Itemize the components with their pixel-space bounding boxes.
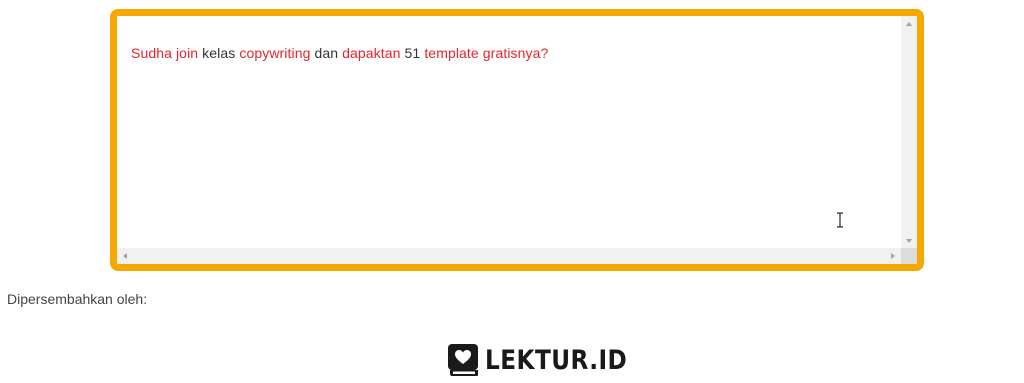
editor-word: 51	[400, 45, 425, 61]
scroll-up-arrow-icon[interactable]	[906, 22, 912, 26]
lektur-logo[interactable]: LEKTUR.ID	[447, 343, 650, 377]
horizontal-scrollbar[interactable]	[117, 248, 901, 264]
presented-by-label: Dipersembahkan oleh:	[7, 291, 148, 307]
text-cursor-icon	[837, 212, 843, 228]
book-heart-icon	[448, 344, 478, 376]
logo-text: LEKTUR.ID	[485, 344, 628, 376]
editor-word: kelas	[198, 45, 240, 61]
misspelled-word[interactable]: Sudha join	[131, 45, 198, 61]
scroll-down-arrow-icon[interactable]	[906, 239, 912, 243]
text-editor[interactable]: Sudha join kelas copywriting dan dapakta…	[110, 9, 924, 271]
editor-content[interactable]: Sudha join kelas copywriting dan dapakta…	[131, 45, 548, 61]
scrollbar-corner	[901, 248, 917, 264]
editor-word: dan	[310, 45, 343, 61]
scroll-right-arrow-icon[interactable]	[891, 253, 895, 259]
scroll-left-arrow-icon[interactable]	[123, 253, 127, 259]
vertical-scrollbar[interactable]	[901, 16, 917, 249]
misspelled-word[interactable]: copywriting	[239, 45, 310, 61]
misspelled-word[interactable]: dapaktan	[342, 45, 400, 61]
misspelled-word[interactable]: template gratisnya?	[424, 45, 548, 61]
